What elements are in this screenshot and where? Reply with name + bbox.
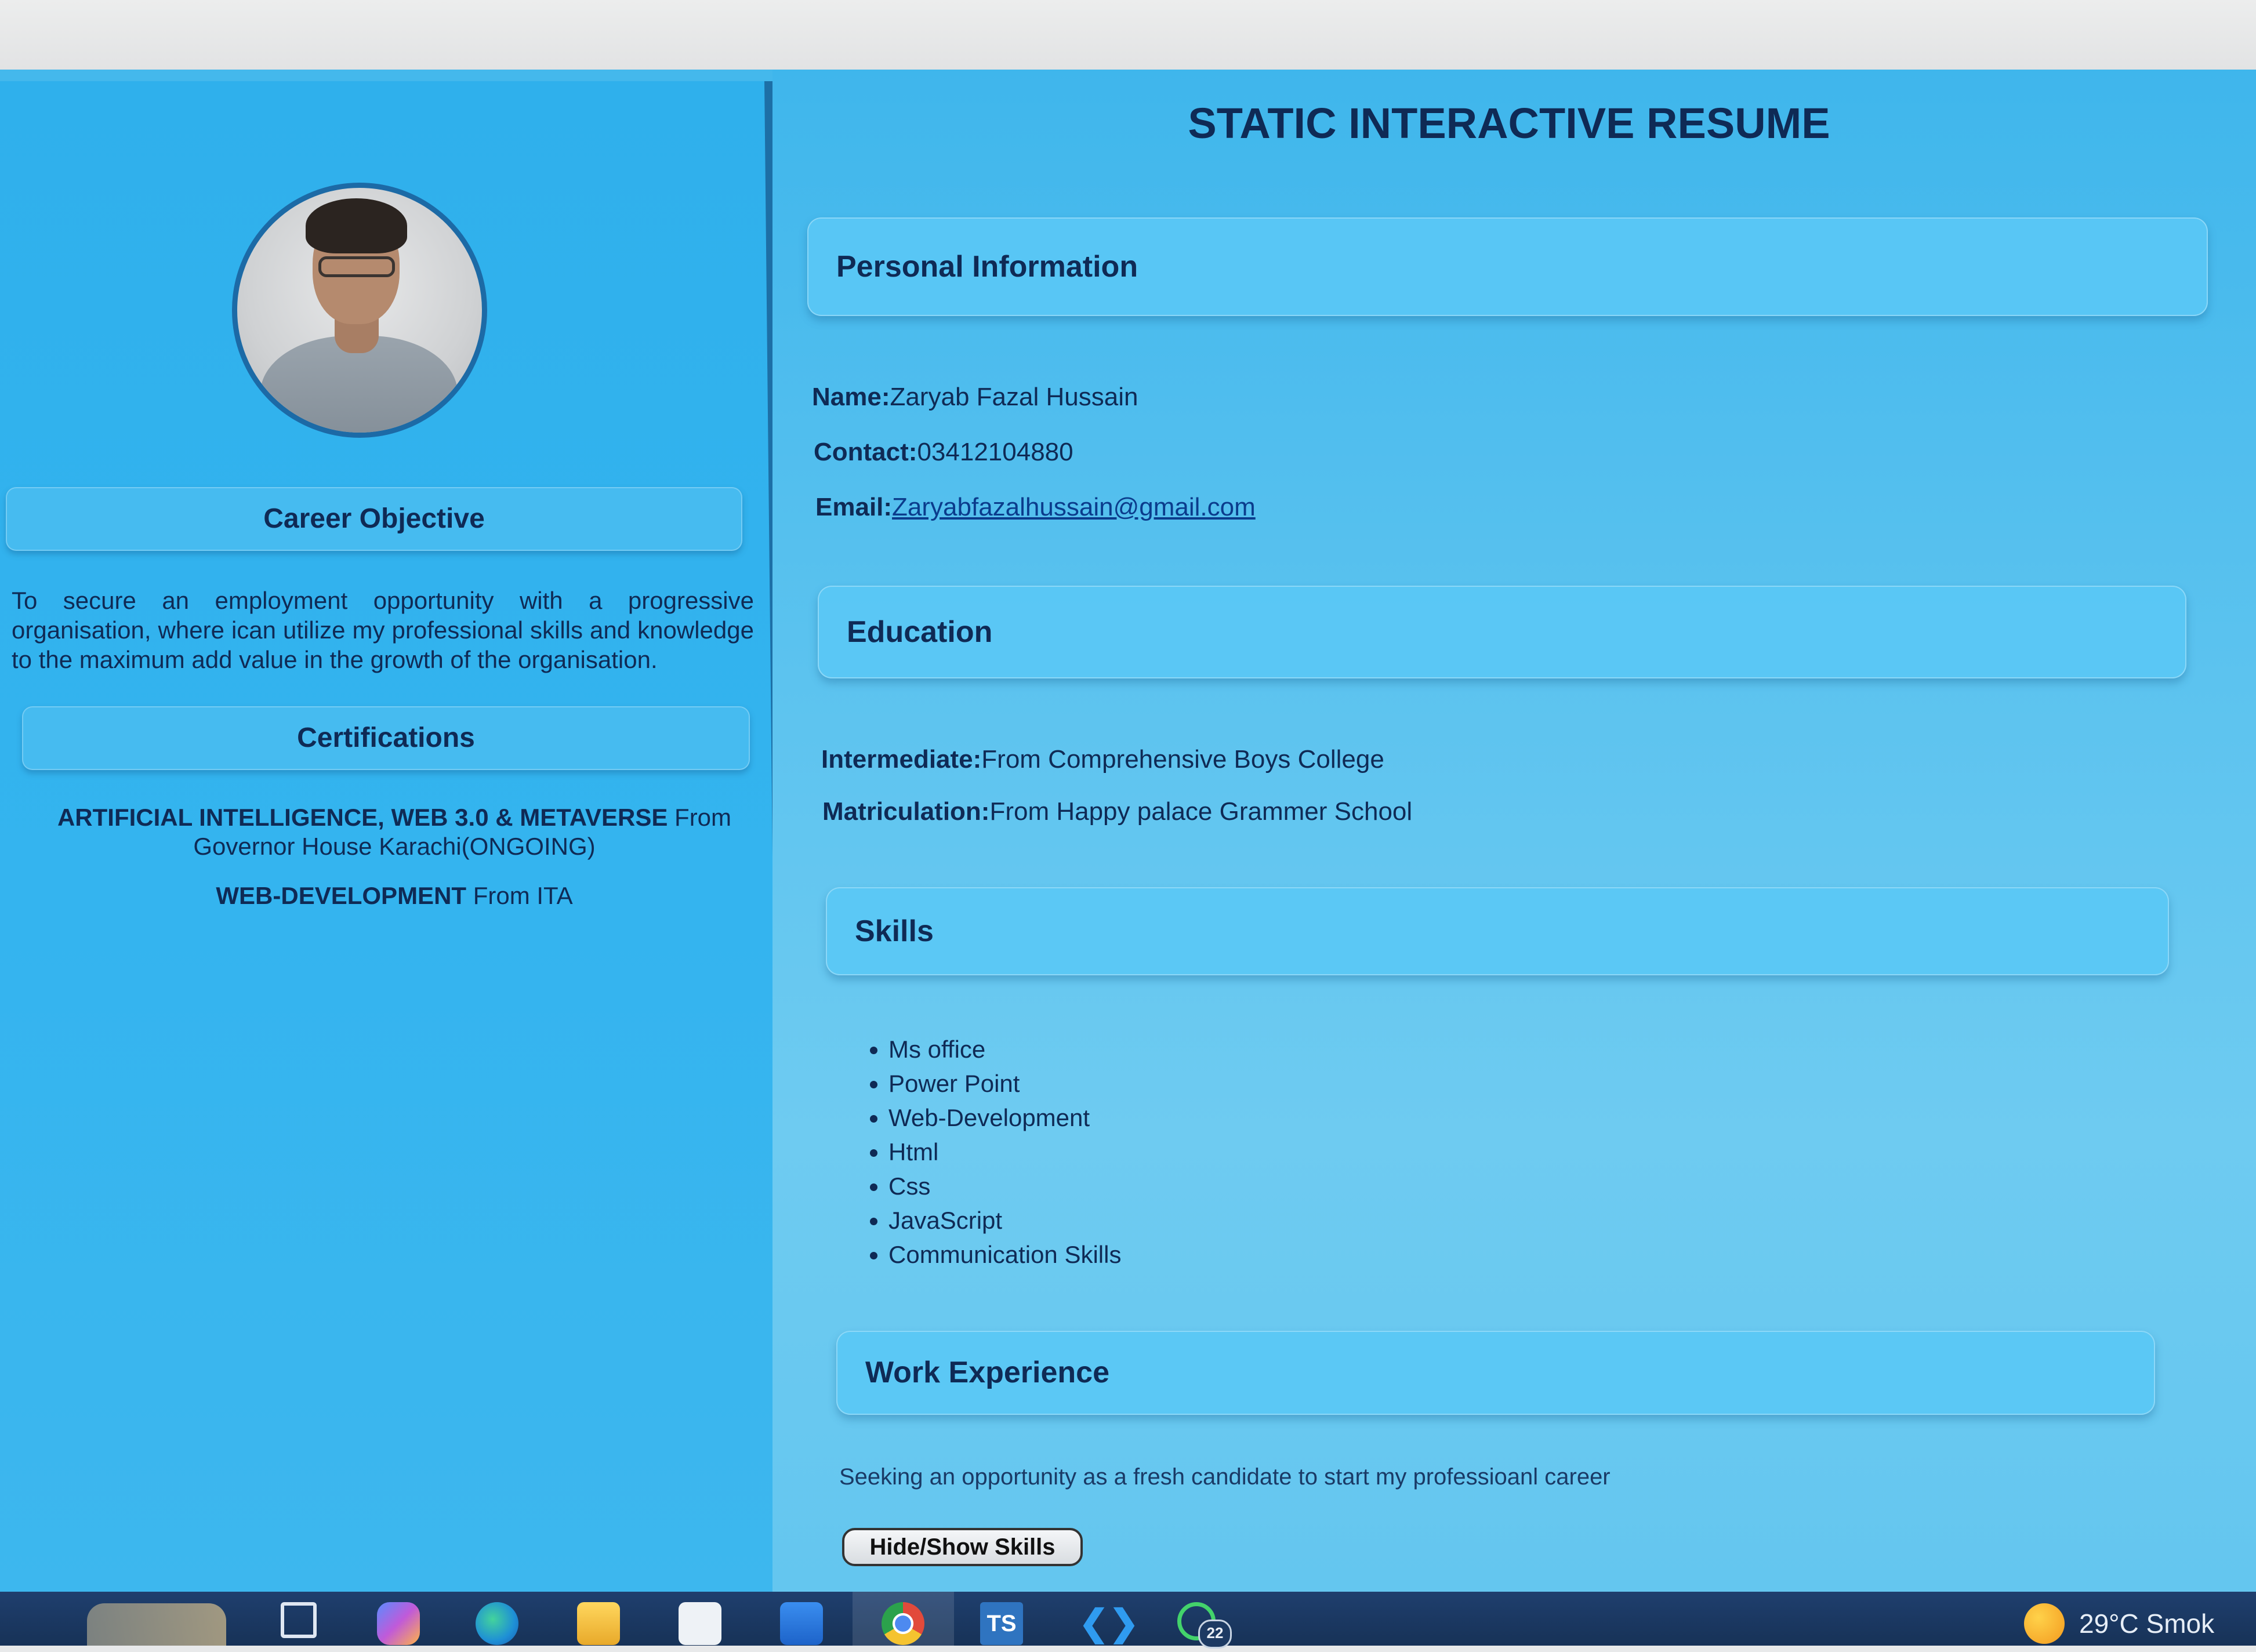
task-view-icon[interactable] <box>277 1602 320 1645</box>
education-label: Matriculation: <box>822 797 990 826</box>
skill-item: Ms office <box>888 1032 1121 1066</box>
profile-photo-glasses <box>318 256 395 277</box>
skill-item: Power Point <box>888 1066 1121 1101</box>
weather-icon[interactable] <box>2024 1603 2065 1644</box>
resume-main: STATIC INTERACTIVE RESUME Personal Infor… <box>772 70 2256 1592</box>
certification-item: WEB-DEVELOPMENT From ITA <box>23 881 766 910</box>
education-value: From Happy palace Grammer School <box>989 797 1413 826</box>
education-item: Intermediate:From Comprehensive Boys Col… <box>821 745 1384 774</box>
certification-name: ARTIFICIAL INTELLIGENCE, WEB 3.0 & METAV… <box>57 804 668 831</box>
contact-label: Contact: <box>814 438 917 466</box>
email-line: Email:Zaryabfazalhussain@gmail.com <box>815 493 1256 522</box>
profile-photo <box>232 183 487 438</box>
weather-text[interactable]: 29°C Smok <box>2079 1608 2214 1639</box>
typescript-icon[interactable]: TS <box>980 1602 1023 1645</box>
browser-viewport: Career Objective To secure an employment… <box>0 70 2256 1592</box>
skills-list: Ms office Power Point Web-Development Ht… <box>865 1032 1121 1272</box>
hide-show-skills-button[interactable]: Hide/Show Skills <box>842 1528 1083 1566</box>
resume-sidebar: Career Objective To secure an employment… <box>0 81 789 1592</box>
contact-value: 03412104880 <box>917 438 1073 466</box>
taskbar-weather-widget[interactable] <box>87 1603 226 1646</box>
email-label: Email: <box>815 493 893 521</box>
name-value: Zaryab Fazal Hussain <box>890 383 1138 411</box>
certification-name: WEB-DEVELOPMENT <box>216 882 467 909</box>
certification-source: From ITA <box>466 882 573 909</box>
mail-icon[interactable] <box>780 1602 823 1645</box>
contact-line: Contact:03412104880 <box>814 438 1073 467</box>
education-heading[interactable]: Education <box>818 586 2186 678</box>
career-objective-heading: Career Objective <box>6 487 742 551</box>
skills-heading[interactable]: Skills <box>826 887 2169 975</box>
whatsapp-badge: 22 <box>1198 1620 1232 1649</box>
career-objective-text: To secure an employment opportunity with… <box>12 587 754 673</box>
vscode-icon[interactable]: ❮❯ <box>1079 1602 1139 1645</box>
taskbar: TS ❮❯ 22 29°C Smok <box>0 1592 2256 1649</box>
education-value: From Comprehensive Boys College <box>981 745 1384 774</box>
chrome-icon[interactable] <box>882 1602 924 1645</box>
name-line: Name:Zaryab Fazal Hussain <box>812 383 1138 412</box>
personal-info-heading[interactable]: Personal Information <box>807 217 2208 316</box>
monitor-top-strip <box>0 0 2256 70</box>
page-title: STATIC INTERACTIVE RESUME <box>1188 99 1830 147</box>
skill-item: Web-Development <box>888 1101 1121 1135</box>
email-link[interactable]: Zaryabfazalhussain@gmail.com <box>892 493 1256 521</box>
skill-item: JavaScript <box>888 1203 1121 1237</box>
skill-item: Css <box>888 1169 1121 1203</box>
certification-item: ARTIFICIAL INTELLIGENCE, WEB 3.0 & METAV… <box>23 803 766 861</box>
certifications-heading: Certifications <box>22 706 750 770</box>
name-label: Name: <box>812 383 890 411</box>
skill-item: Html <box>888 1135 1121 1169</box>
education-item: Matriculation:From Happy palace Grammer … <box>822 797 1412 826</box>
copilot-icon[interactable] <box>377 1602 420 1645</box>
skill-item: Communication Skills <box>888 1237 1121 1272</box>
work-experience-heading[interactable]: Work Experience <box>836 1331 2155 1415</box>
whatsapp-icon[interactable]: 22 <box>1177 1602 1232 1649</box>
profile-photo-hair <box>306 198 407 253</box>
edge-browser-icon[interactable] <box>476 1602 518 1645</box>
file-explorer-icon[interactable] <box>577 1602 620 1645</box>
work-experience-text: Seeking an opportunity as a fresh candid… <box>839 1464 1611 1490</box>
education-label: Intermediate: <box>821 745 982 774</box>
microsoft-store-icon[interactable] <box>679 1602 721 1645</box>
